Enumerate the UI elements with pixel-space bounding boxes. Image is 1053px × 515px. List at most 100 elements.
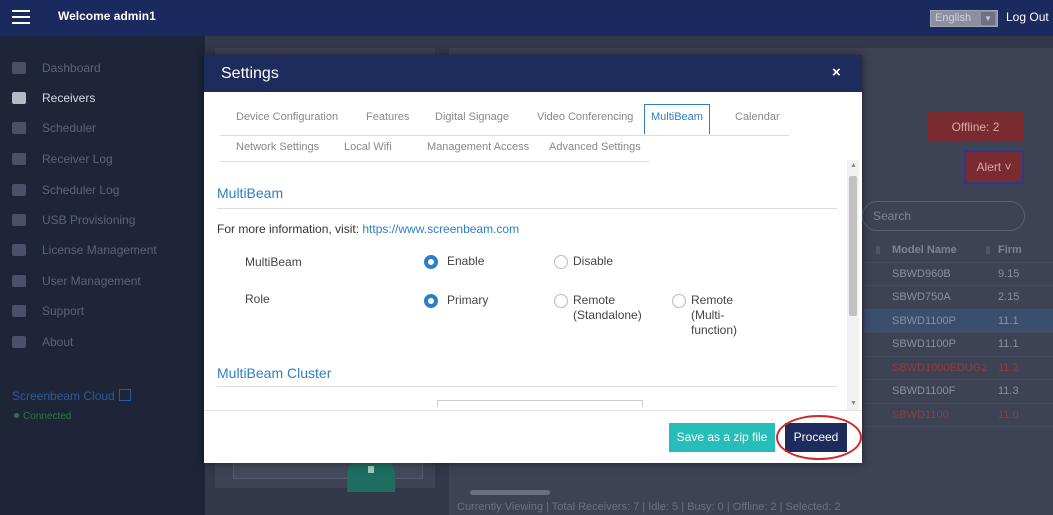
- screenbeam-cloud-link[interactable]: Screenbeam Cloud: [12, 389, 131, 403]
- tab-advanced-settings[interactable]: Advanced Settings: [549, 141, 641, 153]
- sidebar-item-label: Scheduler Log: [42, 183, 120, 197]
- section-divider: [217, 208, 837, 209]
- disable-label: Disable: [573, 254, 614, 268]
- sort-icon[interactable]: [986, 246, 990, 254]
- cell-firmware: 11.1: [998, 338, 1019, 350]
- scroll-thumb[interactable]: [849, 176, 857, 316]
- sidebar-item-support[interactable]: Support: [0, 297, 205, 327]
- connection-label: Connected: [23, 411, 72, 422]
- highlight-annotation: [776, 415, 862, 460]
- scroll-up-icon[interactable]: ▲: [850, 162, 857, 169]
- sidebar-item-label: Scheduler: [42, 121, 97, 135]
- column-header-model[interactable]: Model Name: [892, 244, 957, 256]
- alert-label: Alert: [976, 160, 1002, 174]
- table-row[interactable]: SBWD960B 9.15: [864, 263, 1053, 286]
- fab-icon: [368, 466, 374, 473]
- sidebar-item-receiver-log[interactable]: Receiver Log: [0, 145, 205, 175]
- alert-button[interactable]: Alert ˅: [964, 150, 1024, 184]
- sidebar-item-license-management[interactable]: License Management: [0, 236, 205, 266]
- remote-standalone-line1: Remote: [573, 293, 616, 307]
- footer-divider: [204, 410, 862, 411]
- sidebar: Dashboard Receivers Scheduler Receiver L…: [0, 36, 205, 515]
- sidebar-item-label: Receiver Log: [42, 152, 113, 166]
- sidebar-item-usb-provisioning[interactable]: USB Provisioning: [0, 206, 205, 236]
- offline-badge[interactable]: Offline: 2: [927, 112, 1024, 142]
- sidebar-item-label: About: [42, 335, 74, 349]
- usb-icon: [12, 214, 26, 226]
- chevron-down-icon: ▼: [981, 12, 995, 25]
- cell-model: SBWD1100: [892, 408, 949, 421]
- logout-link[interactable]: Log Out: [1006, 10, 1049, 24]
- enable-label: Enable: [447, 254, 485, 268]
- close-icon[interactable]: ×: [832, 64, 841, 81]
- sidebar-item-scheduler[interactable]: Scheduler: [0, 114, 205, 144]
- sort-icon[interactable]: [876, 246, 880, 254]
- sidebar-item-label: User Management: [42, 274, 141, 288]
- tab-divider: [220, 161, 650, 162]
- cluster-name-input[interactable]: [437, 400, 643, 407]
- cell-model: SBWD960B: [892, 267, 951, 280]
- language-value: English: [935, 12, 972, 24]
- remote-multifunction-label: Remote (Multi- function): [691, 293, 737, 338]
- multibeam-enable-radio[interactable]: [424, 255, 438, 269]
- sidebar-item-label: License Management: [42, 243, 157, 257]
- calendar-icon: [12, 122, 26, 134]
- remote-multifunction-line1: Remote: [691, 293, 734, 307]
- table-row[interactable]: SBWD1000EDUG2 11.2: [864, 357, 1053, 380]
- tab-video-conferencing[interactable]: Video Conferencing: [537, 111, 633, 123]
- save-zip-button[interactable]: Save as a zip file: [669, 423, 775, 452]
- sidebar-item-user-management[interactable]: User Management: [0, 267, 205, 297]
- sidebar-item-dashboard[interactable]: Dashboard: [0, 54, 205, 84]
- role-primary-radio[interactable]: [424, 294, 438, 308]
- remote-standalone-line2: (Standalone): [573, 308, 642, 322]
- column-header-firmware[interactable]: Firm: [998, 244, 1022, 256]
- remote-standalone-label: Remote (Standalone): [573, 293, 642, 323]
- vertical-scrollbar[interactable]: ▲ ▼: [847, 160, 859, 410]
- settings-modal: Settings × Device Configuration Features…: [204, 55, 862, 463]
- multibeam-disable-radio[interactable]: [554, 255, 568, 269]
- status-dot-icon: [14, 413, 19, 418]
- question-icon: [12, 336, 26, 348]
- search-input[interactable]: Search: [862, 201, 1025, 231]
- remote-multifunction-line3: function): [691, 323, 738, 337]
- table-row[interactable]: SBWD1100F 11.3: [864, 380, 1053, 404]
- tab-multibeam[interactable]: MultiBeam: [644, 104, 710, 134]
- cloud-label: Screenbeam Cloud: [12, 389, 115, 403]
- scroll-thumb[interactable]: [470, 490, 550, 495]
- tab-local-wifi[interactable]: Local Wifi: [344, 141, 392, 153]
- info-icon: [12, 305, 26, 317]
- connection-status: Connected: [14, 411, 71, 422]
- section-title-multibeam: MultiBeam: [217, 185, 284, 201]
- search-placeholder: Search: [873, 209, 912, 223]
- receivers-table: Model Name Firm SBWD960B 9.15 SBWD750A 2.1…: [864, 239, 1053, 427]
- table-row[interactable]: SBWD1100 11.0: [864, 404, 1053, 427]
- tab-management-access[interactable]: Management Access: [427, 141, 529, 153]
- table-row[interactable]: SBWD750A 2.15: [864, 286, 1053, 310]
- modal-content: MultiBeam For more information, visit: h…: [217, 167, 849, 407]
- sidebar-item-label: USB Provisioning: [42, 213, 136, 227]
- sidebar-item-receivers[interactable]: Receivers: [0, 84, 205, 114]
- sidebar-item-scheduler-log[interactable]: Scheduler Log: [0, 176, 205, 206]
- language-select[interactable]: English ▼: [930, 10, 998, 27]
- cell-model: SBWD1000EDUG2: [892, 361, 988, 374]
- role-remote-standalone-radio[interactable]: [554, 294, 568, 308]
- horizontal-scrollbar[interactable]: [460, 488, 1020, 498]
- role-label: Role: [245, 292, 270, 306]
- tab-calendar[interactable]: Calendar: [735, 111, 780, 123]
- role-remote-multifunction-radio[interactable]: [672, 294, 686, 308]
- screenbeam-link[interactable]: https://www.screenbeam.com: [362, 222, 519, 236]
- tab-features[interactable]: Features: [366, 111, 409, 123]
- remote-multifunction-line2: (Multi-: [691, 308, 725, 322]
- sidebar-item-label: Support: [42, 304, 85, 318]
- section-title-cluster: MultiBeam Cluster: [217, 365, 332, 381]
- multibeam-label: MultiBeam: [245, 255, 302, 269]
- scroll-down-icon[interactable]: ▼: [850, 400, 857, 407]
- table-row-selected[interactable]: SBWD1100P 11.1: [864, 309, 1053, 333]
- tab-digital-signage[interactable]: Digital Signage: [435, 111, 509, 123]
- tab-device-configuration[interactable]: Device Configuration: [236, 111, 338, 123]
- sidebar-item-about[interactable]: About: [0, 328, 205, 358]
- hamburger-menu-icon[interactable]: [12, 10, 30, 24]
- cell-firmware: 11.3: [998, 385, 1019, 397]
- table-row[interactable]: SBWD1100P 11.1: [864, 333, 1053, 357]
- tab-network-settings[interactable]: Network Settings: [236, 141, 319, 153]
